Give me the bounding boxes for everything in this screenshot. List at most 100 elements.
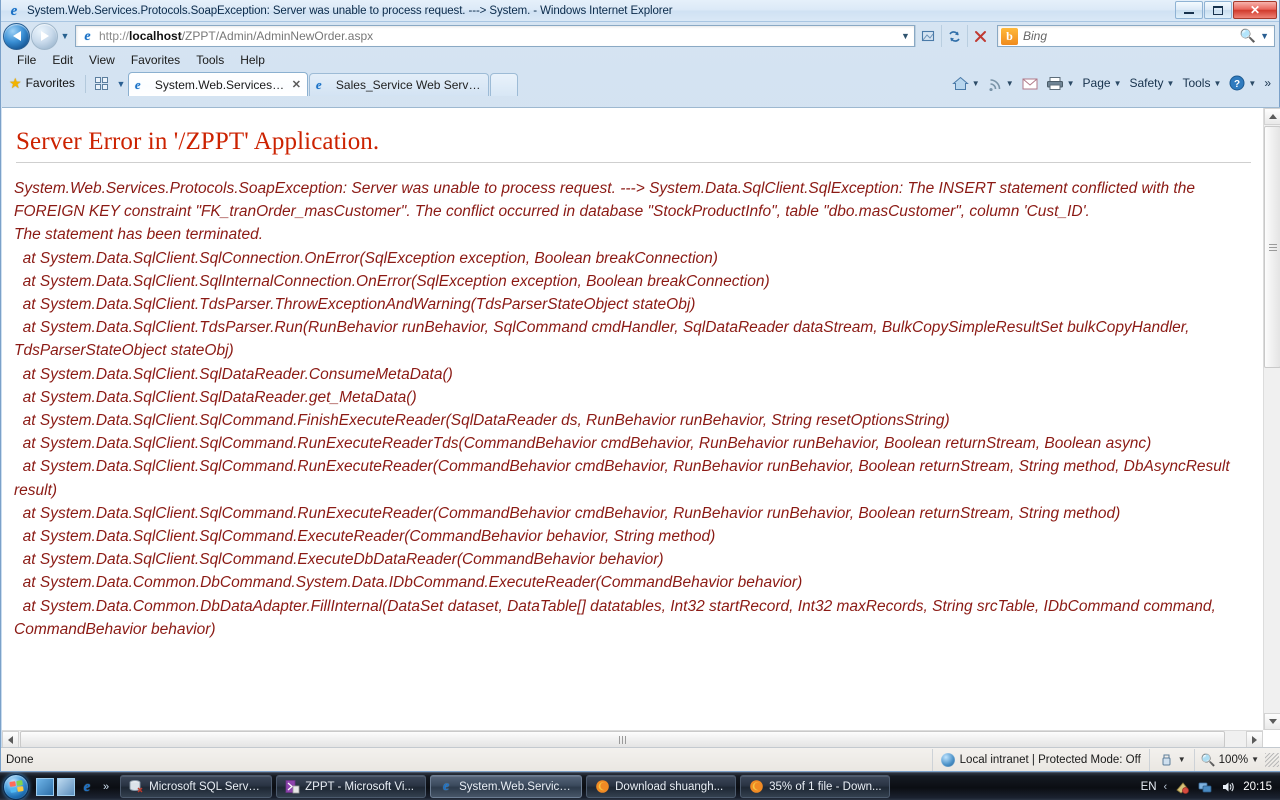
scroll-right-button[interactable] (1246, 731, 1263, 748)
bing-icon: b (1001, 27, 1018, 45)
menu-edit[interactable]: Edit (44, 52, 81, 68)
language-indicator[interactable]: EN (1141, 781, 1157, 793)
horizontal-scroll-thumb[interactable] (20, 731, 1225, 748)
command-bar-overflow-button[interactable]: » (1260, 76, 1275, 90)
forward-button[interactable] (31, 22, 58, 50)
volume-icon[interactable] (1220, 779, 1236, 795)
page-menu-button[interactable]: Page ▼ (1079, 76, 1126, 90)
internet-explorer-icon[interactable]: e (78, 778, 96, 796)
maximize-button[interactable] (1204, 1, 1232, 19)
help-chevron-down-icon[interactable]: ▼ (1248, 79, 1256, 88)
quick-launch-overflow-icon[interactable]: » (99, 781, 113, 793)
back-button[interactable] (3, 22, 30, 50)
vertical-scroll-thumb[interactable] (1264, 126, 1280, 368)
tab-0[interactable]: e System.Web.Services.Pr... ✕ (127, 72, 308, 96)
quick-tabs-button[interactable] (90, 73, 114, 94)
recent-pages-chevron-down-icon[interactable]: ▼ (58, 23, 72, 50)
taskbar-button-label: Microsoft SQL Serve... (149, 780, 265, 793)
page-title: Server Error in '/ZPPT' Application. (16, 128, 380, 155)
scroll-up-button[interactable] (1264, 108, 1280, 125)
network-icon[interactable] (1197, 779, 1213, 795)
switch-windows-icon[interactable] (57, 777, 75, 796)
safety-menu-label: Safety (1129, 76, 1164, 90)
tools-menu-label: Tools (1182, 76, 1211, 90)
menu-file[interactable]: File (9, 52, 44, 68)
privacy-report-button[interactable]: ▼ (1148, 748, 1194, 771)
taskbar: e » Microsoft SQL Serve... ZPPT - Micros… (0, 772, 1280, 800)
tab-list-chevron-down-icon[interactable]: ▼ (114, 73, 128, 94)
page-chevron-down-icon[interactable]: ▼ (1114, 79, 1122, 88)
address-input[interactable]: e http://localhost/ZPPT/Admin/AdminNewOr… (75, 25, 915, 47)
browser-window: e System.Web.Services.Protocols.SoapExce… (0, 0, 1280, 772)
internet-explorer-icon: e (443, 778, 450, 794)
menu-favorites[interactable]: Favorites (123, 52, 188, 68)
taskbar-button-2[interactable]: e System.Web.Service... (430, 775, 583, 798)
svg-text:?: ? (1234, 79, 1240, 90)
page-menu-label: Page (1082, 76, 1111, 90)
page-document: Server Error in '/ZPPT' Application. Sys… (2, 108, 1262, 730)
window-title: System.Web.Services.Protocols.SoapExcept… (27, 4, 673, 17)
refresh-button[interactable] (941, 25, 967, 47)
url-host: localhost (129, 29, 182, 43)
status-text: Done (6, 753, 34, 766)
windows-logo-icon (8, 780, 24, 793)
address-chevron-down-icon[interactable]: ▼ (897, 31, 914, 41)
start-button[interactable] (3, 773, 29, 800)
address-bar-row: ▼ e http://localhost/ZPPT/Admin/AdminNew… (1, 22, 1279, 50)
home-chevron-down-icon[interactable]: ▼ (972, 79, 980, 88)
command-bar: ▼ ▼ ▼ Page ▼ Safety ▼ Tools ▼ ? ▼ » (948, 72, 1275, 94)
tools-menu-button[interactable]: Tools ▼ (1178, 76, 1225, 90)
compatibility-view-button[interactable] (915, 25, 941, 47)
safety-chevron-down-icon[interactable]: ▼ (1167, 79, 1175, 88)
security-zone[interactable]: Local intranet | Protected Mode: Off (931, 748, 1149, 771)
tab-close-icon[interactable]: ✕ (292, 78, 301, 91)
page-favicon-icon: e (84, 28, 91, 44)
taskbar-button-1[interactable]: ZPPT - Microsoft Vi... (276, 775, 427, 798)
stop-button[interactable] (967, 25, 993, 47)
tab-1[interactable]: e Sales_Service Web Service (308, 73, 489, 96)
taskbar-button-label: Download shuangh... (615, 780, 724, 793)
vertical-scrollbar[interactable] (1263, 108, 1280, 730)
search-provider-label: Bing (1023, 29, 1048, 43)
print-button[interactable]: ▼ (1042, 76, 1079, 91)
taskbar-button-4[interactable]: 35% of 1 file - Down... (740, 775, 891, 798)
grip-icon (1268, 243, 1277, 251)
taskbar-button-3[interactable]: Download shuangh... (586, 775, 737, 798)
help-menu-button[interactable]: ? ▼ (1225, 75, 1260, 91)
zoom-chevron-down-icon[interactable]: ▼ (1251, 755, 1259, 764)
close-button[interactable]: ✕ (1233, 1, 1277, 19)
sql-server-icon (128, 779, 144, 795)
privacy-shield-icon (1162, 754, 1171, 765)
scroll-down-button[interactable] (1264, 713, 1280, 730)
mail-button[interactable] (1018, 77, 1042, 90)
tools-chevron-down-icon[interactable]: ▼ (1213, 79, 1221, 88)
new-tab-button[interactable] (489, 73, 518, 96)
horizontal-scrollbar[interactable] (2, 730, 1263, 748)
favorites-button[interactable]: ★ Favorites (7, 72, 81, 94)
show-desktop-icon[interactable] (36, 777, 54, 796)
print-chevron-down-icon[interactable]: ▼ (1067, 79, 1075, 88)
search-chevron-down-icon[interactable]: ▼ (1260, 31, 1274, 41)
scroll-left-button[interactable] (2, 731, 19, 748)
safety-menu-button[interactable]: Safety ▼ (1126, 76, 1179, 90)
tab-label: Sales_Service Web Service (335, 78, 482, 92)
title-divider (16, 162, 1251, 163)
privacy-chevron-down-icon[interactable]: ▼ (1178, 755, 1186, 764)
action-center-icon[interactable] (1174, 779, 1190, 795)
status-bar: Done Local intranet | Protected Mode: Of… (1, 747, 1280, 771)
tab-label: System.Web.Services.Pr... (154, 77, 286, 92)
taskbar-button-0[interactable]: Microsoft SQL Serve... (120, 775, 273, 798)
menu-view[interactable]: View (81, 52, 123, 68)
window-resize-grip[interactable] (1265, 752, 1279, 767)
feeds-button[interactable]: ▼ (984, 76, 1018, 91)
menu-help[interactable]: Help (232, 52, 273, 68)
zoom-control[interactable]: 🔍 100% ▼ (1193, 748, 1265, 771)
menu-tools[interactable]: Tools (188, 52, 232, 68)
minimize-button[interactable] (1175, 1, 1203, 19)
search-icon[interactable]: 🔍 (1240, 28, 1260, 44)
home-button[interactable]: ▼ (948, 76, 984, 91)
clock[interactable]: 20:15 (1243, 781, 1272, 793)
tray-expand-chevron-icon[interactable]: ‹ (1164, 781, 1168, 793)
search-input[interactable]: b Bing 🔍 ▼ (997, 25, 1275, 47)
feeds-chevron-down-icon[interactable]: ▼ (1006, 79, 1014, 88)
